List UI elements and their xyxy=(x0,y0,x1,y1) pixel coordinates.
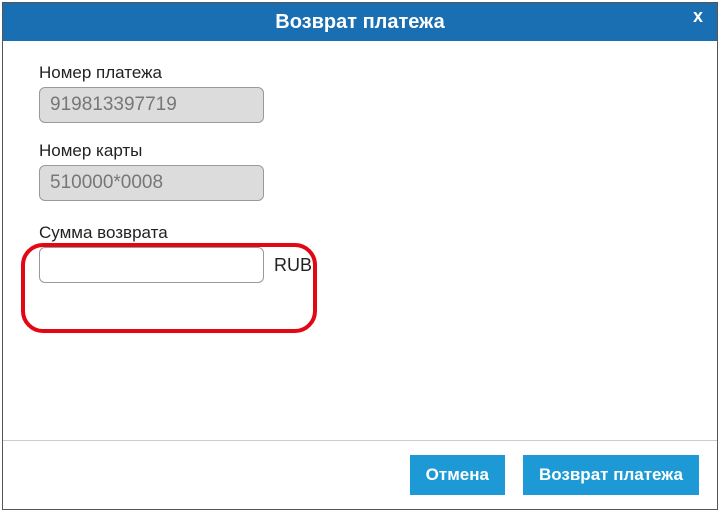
card-number-field: Номер карты xyxy=(39,141,681,201)
dialog-title: Возврат платежа xyxy=(275,11,444,34)
card-number-label: Номер карты xyxy=(39,141,681,161)
refund-amount-label: Сумма возврата xyxy=(39,223,681,243)
currency-label: RUB xyxy=(274,255,312,276)
payment-number-field: Номер платежа xyxy=(39,63,681,123)
dialog-footer: Отмена Возврат платежа xyxy=(3,440,717,509)
refund-amount-row: RUB xyxy=(39,247,681,283)
cancel-button[interactable]: Отмена xyxy=(410,455,505,495)
card-number-input xyxy=(39,165,264,201)
refund-amount-input[interactable] xyxy=(39,247,264,283)
refund-dialog: Возврат платежа x Номер платежа Номер ка… xyxy=(2,2,718,510)
payment-number-input xyxy=(39,87,264,123)
dialog-titlebar: Возврат платежа x xyxy=(3,3,717,41)
payment-number-label: Номер платежа xyxy=(39,63,681,83)
submit-refund-button[interactable]: Возврат платежа xyxy=(523,455,699,495)
refund-amount-field: Сумма возврата RUB xyxy=(39,223,681,283)
close-icon[interactable]: x xyxy=(693,7,703,25)
dialog-body: Номер платежа Номер карты Сумма возврата… xyxy=(3,41,717,440)
